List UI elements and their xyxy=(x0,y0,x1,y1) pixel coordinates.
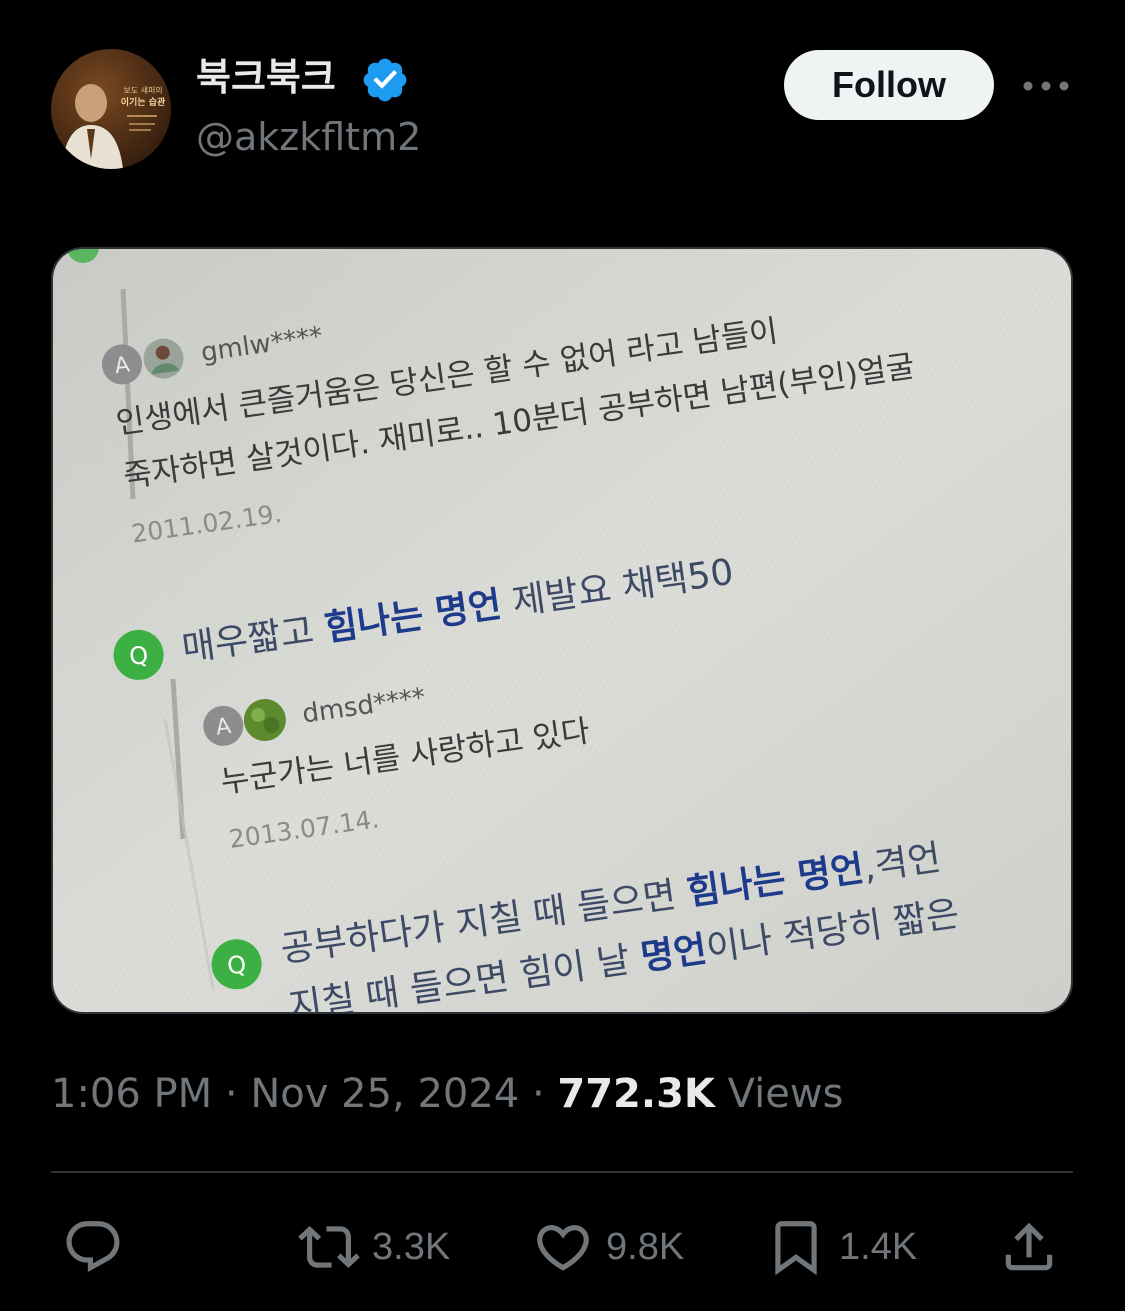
tweet-media-photo[interactable]: A gmlw**** 인생에서 큰즐거움은 당신은 할 수 없어 라고 남들이 … xyxy=(51,247,1073,1014)
share-button[interactable] xyxy=(998,1214,1060,1280)
question-badge: Q xyxy=(127,641,150,671)
reply-icon xyxy=(66,1221,120,1273)
svg-text:보도 섀퍼의: 보도 섀퍼의 xyxy=(123,85,162,95)
share-icon xyxy=(1005,1222,1053,1271)
like-button[interactable]: 9.8K xyxy=(532,1214,684,1280)
retweet-count: 3.3K xyxy=(372,1225,451,1268)
separator: · xyxy=(531,1071,545,1117)
separator: · xyxy=(224,1071,238,1117)
bookmark-icon xyxy=(775,1221,817,1276)
author-handle[interactable]: @akzkfltm2 xyxy=(196,112,421,162)
author-avatar[interactable]: 보도 섀퍼의 이기는 습관 xyxy=(51,49,171,169)
retweet-button[interactable]: 3.3K xyxy=(298,1214,450,1280)
svg-text:이기는 습관: 이기는 습관 xyxy=(121,96,166,108)
like-icon xyxy=(537,1225,589,1271)
retweet-icon xyxy=(298,1226,360,1268)
bookmark-button[interactable]: 1.4K xyxy=(765,1214,917,1280)
more-icon[interactable] xyxy=(1018,66,1074,106)
views-count: 772.3K xyxy=(557,1071,715,1117)
tweet-timestamp-row: 1:06 PM · Nov 25, 2024 · 772.3K Views xyxy=(51,1068,843,1120)
tweet-time[interactable]: 1:06 PM xyxy=(51,1071,212,1117)
like-count: 9.8K xyxy=(606,1225,685,1268)
follow-button[interactable]: Follow xyxy=(784,50,994,120)
svg-text:Q: Q xyxy=(225,950,248,980)
tweet-date[interactable]: Nov 25, 2024 xyxy=(250,1071,519,1117)
divider xyxy=(51,1171,1073,1173)
views-label: Views xyxy=(727,1071,844,1117)
author-display-name[interactable]: 북크북크 xyxy=(196,52,336,102)
bookmark-count: 1.4K xyxy=(839,1225,918,1268)
reply-button[interactable] xyxy=(62,1214,136,1280)
verified-badge-icon xyxy=(363,58,407,102)
